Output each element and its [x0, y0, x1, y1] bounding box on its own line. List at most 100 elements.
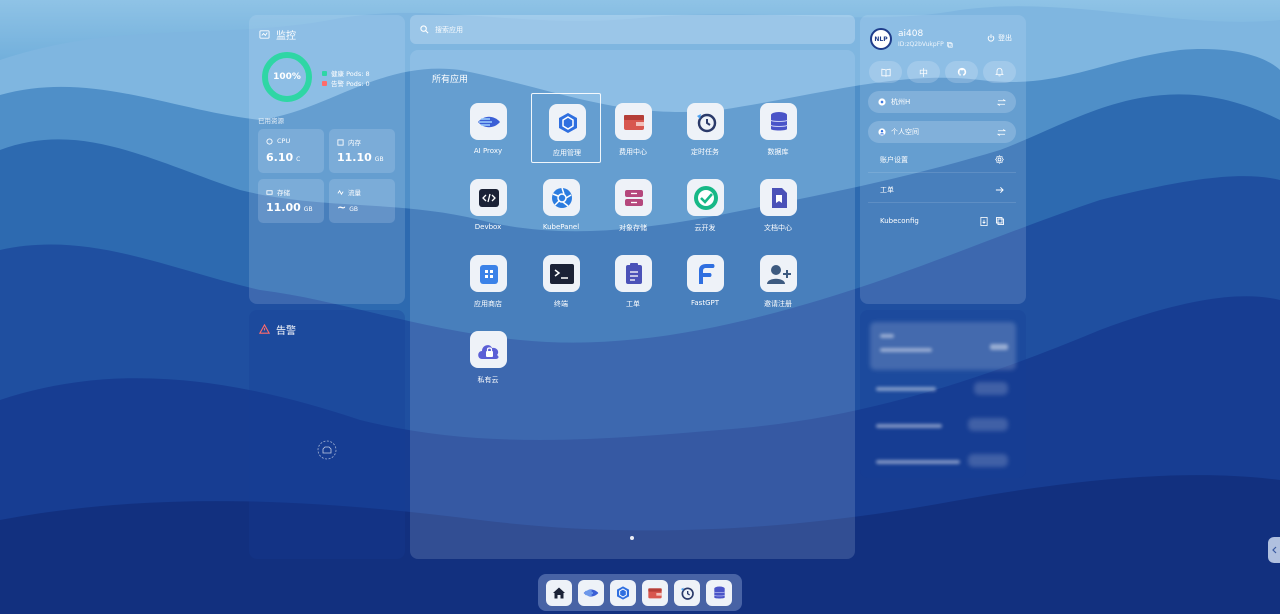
dock-cost-center[interactable] — [642, 579, 668, 606]
app-label: 私有云 — [477, 376, 499, 384]
memory-label: 内存 — [337, 137, 361, 147]
copy-icon[interactable] — [996, 216, 1004, 225]
storage-unit: GB — [303, 206, 313, 213]
blurred-text — [876, 460, 960, 464]
bell-icon — [995, 67, 1004, 77]
blurred-text — [880, 334, 894, 338]
app-terminal[interactable]: 终端 — [526, 245, 596, 315]
memory-value: 11.10 GB — [337, 151, 384, 164]
traffic-unit: GB — [349, 206, 358, 213]
account-panel: NLP ai408 ID:zQ2bVukpFP 登出 中 杭州H 个人空间 账户… — [860, 15, 1026, 304]
dock-database[interactable] — [706, 579, 732, 606]
app-label: Devbox — [474, 223, 502, 231]
traffic-label-text: 流量 — [348, 189, 361, 197]
dock-cron[interactable] — [674, 579, 700, 606]
app-fastgpt[interactable]: FastGPT — [670, 245, 740, 315]
app-app-manage[interactable]: 应用管理 — [531, 93, 601, 163]
app-invite[interactable]: 邀请注册 — [743, 245, 813, 315]
memory-card: 内存 11.10 GB — [329, 129, 395, 173]
app-devbox[interactable]: Devbox — [453, 169, 523, 239]
switch-icon — [997, 98, 1006, 106]
alert-pods: 告警 Pods: 0 — [322, 78, 370, 88]
side-collapse-tab[interactable] — [1268, 537, 1280, 563]
app-ai-proxy[interactable]: AI Proxy — [453, 93, 523, 163]
app-object-storage[interactable]: 对象存储 — [598, 169, 668, 239]
blurred-badge — [968, 454, 1008, 467]
download-icon[interactable] — [980, 216, 988, 226]
alert-title: 告警 — [259, 322, 296, 337]
blurred-text — [876, 424, 942, 428]
app-label: 文档中心 — [764, 224, 792, 232]
healthy-dot — [322, 70, 327, 76]
blurred-text — [876, 387, 936, 391]
cron-icon — [681, 587, 694, 600]
storage-label: 存储 — [266, 187, 290, 197]
empty-inbox-icon — [317, 440, 337, 460]
app-docs[interactable]: 文档中心 — [743, 169, 813, 239]
storage-label-text: 存储 — [277, 189, 290, 197]
resources-title: 已用资源 — [258, 117, 284, 125]
alert-pods-text: 告警 Pods: 0 — [331, 80, 370, 88]
workspace-label: 个人空间 — [891, 128, 919, 136]
app-cloud-dev[interactable]: 云开发 — [670, 169, 740, 239]
menu-account-settings[interactable]: 账户设置 — [868, 147, 1016, 173]
app-kubepanel[interactable]: KubePanel — [526, 169, 596, 239]
app-cost-center[interactable]: 费用中心 — [598, 93, 668, 163]
app-store-icon — [470, 255, 507, 292]
app-database[interactable]: 数据库 — [743, 93, 813, 163]
fastgpt-icon — [687, 255, 724, 292]
app-app-store[interactable]: 应用商店 — [453, 245, 523, 315]
database-icon — [713, 586, 725, 599]
wallet-icon — [615, 103, 652, 140]
app-label: 应用商店 — [474, 300, 502, 308]
avatar[interactable]: NLP — [870, 28, 892, 50]
database-icon — [760, 103, 797, 140]
monitor-title-text: 监控 — [276, 31, 296, 42]
logout-button[interactable]: 登出 — [987, 33, 1012, 43]
app-label: 云开发 — [694, 224, 716, 232]
app-manage-icon — [549, 104, 586, 141]
cpu-value-text: 6.10 — [266, 151, 294, 164]
copy-icon[interactable] — [946, 41, 953, 48]
menu-workorder[interactable]: 工单 — [868, 177, 1016, 203]
dock-app-manage[interactable] — [610, 579, 636, 606]
menu-label: Kubeconfig — [880, 217, 919, 225]
gear-icon — [995, 155, 1004, 164]
search-bar[interactable]: 搜索应用 — [410, 15, 855, 44]
dock-home[interactable] — [546, 579, 572, 606]
workspace-icon — [878, 128, 886, 136]
page-indicator[interactable] — [630, 536, 634, 540]
menu-kubeconfig[interactable]: Kubeconfig — [868, 208, 1016, 234]
username: ai408 — [898, 29, 924, 39]
github-button[interactable] — [945, 61, 978, 83]
app-workorder[interactable]: 工单 — [598, 245, 668, 315]
notification-button[interactable] — [983, 61, 1016, 83]
book-icon — [880, 68, 891, 77]
app-cron[interactable]: 定时任务 — [670, 93, 740, 163]
region-switcher[interactable]: 杭州H — [868, 91, 1016, 113]
blurred-badge — [968, 418, 1008, 431]
memory-unit: GB — [374, 156, 384, 163]
invite-icon — [760, 255, 797, 292]
dock — [538, 574, 742, 611]
dock-ai-proxy[interactable] — [578, 579, 604, 606]
docs-button[interactable] — [869, 61, 902, 83]
monitor-icon — [259, 30, 270, 39]
github-icon — [957, 67, 966, 76]
cron-icon — [687, 103, 724, 140]
home-icon — [553, 587, 565, 598]
app-label: 工单 — [626, 300, 640, 308]
traffic-value-text: ~ — [337, 201, 347, 214]
language-button[interactable]: 中 — [907, 61, 940, 83]
app-private-cloud[interactable]: 私有云 — [453, 321, 523, 391]
workspace-switcher[interactable]: 个人空间 — [868, 121, 1016, 143]
traffic-icon — [337, 189, 344, 195]
apps-title: 所有应用 — [432, 75, 469, 85]
arrow-right-icon — [995, 186, 1004, 193]
power-icon — [987, 34, 995, 42]
user-id: ID:zQ2bVukpFP — [898, 41, 953, 48]
healthy-pods: 健康 Pods: 8 — [322, 68, 370, 78]
terminal-icon — [543, 255, 580, 292]
search-input[interactable]: 搜索应用 — [435, 25, 463, 35]
app-label: 终端 — [554, 300, 568, 308]
